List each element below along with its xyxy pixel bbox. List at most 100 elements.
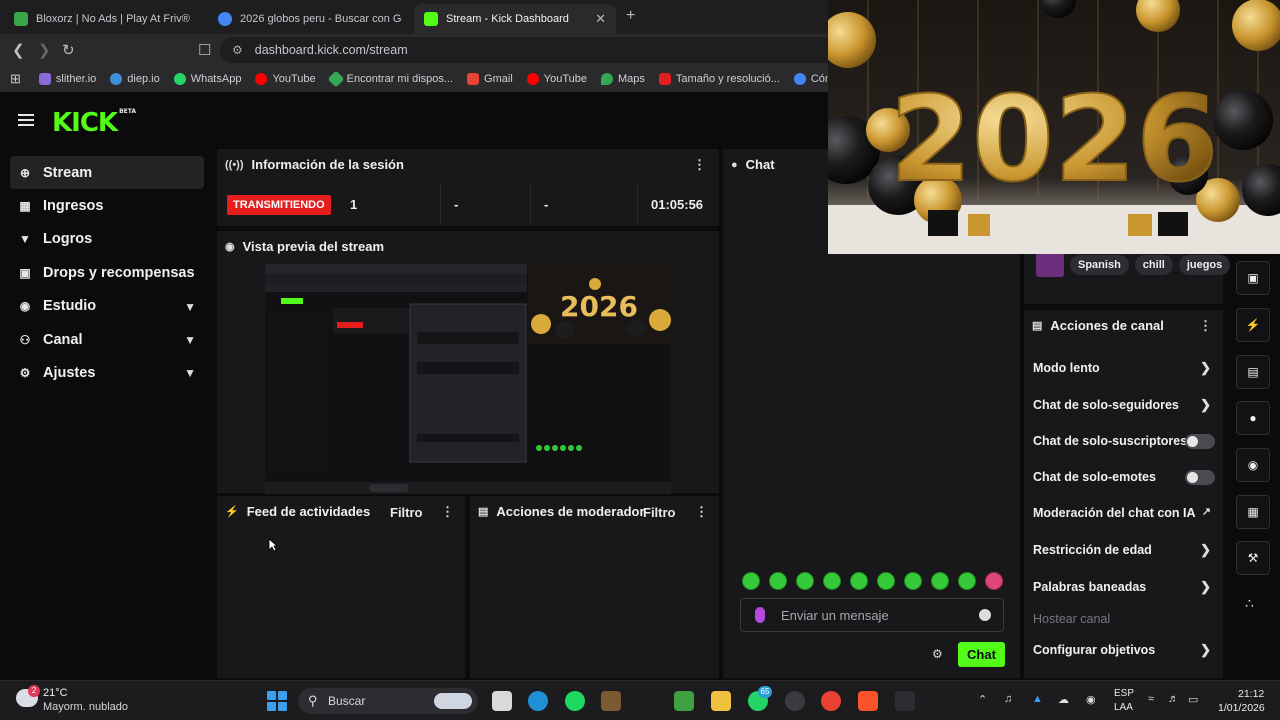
epic-games-icon[interactable] (895, 691, 915, 711)
bookmark-item[interactable]: slither.io (38, 73, 96, 85)
clock-time[interactable]: 21:12 (1238, 688, 1264, 700)
more-options-icon[interactable]: ⋮ (1199, 318, 1212, 334)
weather-temperature[interactable]: 21°C (43, 687, 68, 699)
broadcast-icon[interactable]: ◉ (1236, 448, 1270, 482)
action-configure-goals[interactable]: Configurar objetivos ❯ (1033, 639, 1215, 661)
more-options-icon[interactable]: ⋮ (693, 157, 706, 173)
emote-icon[interactable] (985, 572, 1003, 590)
minecraft-launcher-icon[interactable] (674, 691, 694, 711)
tab-google-search[interactable]: 2026 globos peru - Buscar con Goog (208, 4, 412, 34)
bookmark-item[interactable]: Encontrar mi dispos... (327, 70, 453, 88)
kick-logo[interactable]: KICK BETA (52, 108, 136, 138)
emote-icon[interactable] (850, 572, 868, 590)
chat-bubble-icon[interactable]: ● (1236, 401, 1270, 435)
bookmark-item[interactable]: YouTube (526, 73, 588, 85)
bookmark-item[interactable]: WhatsApp (173, 73, 241, 85)
action-slow-mode[interactable]: Modo lento ❯ (1033, 357, 1215, 379)
new-tab-button[interactable]: + (626, 7, 635, 25)
tag-chip[interactable]: juegos (1178, 255, 1231, 275)
sidebar-item-stream[interactable]: ⊕ Stream (10, 156, 204, 190)
sidebar-item-ingresos[interactable]: ▦ Ingresos (10, 189, 204, 222)
edge-icon[interactable] (528, 691, 548, 711)
sidebar-nav: ⊕ Stream ▦ Ingresos ▼ Logros ▣ Drops y recom… (10, 156, 204, 390)
apps-grid-icon[interactable]: ⊞ (10, 71, 21, 87)
moderator-filter-button[interactable]: Filtro (643, 505, 676, 520)
emotes-only-toggle[interactable] (1185, 470, 1215, 485)
site-settings-icon[interactable]: ⚙ (232, 43, 243, 57)
spotify-icon[interactable] (565, 691, 585, 711)
close-tab-icon[interactable]: ✕ (595, 11, 606, 27)
subscribers-only-toggle[interactable] (1185, 434, 1215, 449)
emoji-icon[interactable] (979, 609, 991, 621)
taskbar-search[interactable]: ⚲ Buscar (298, 688, 478, 714)
activity-filter-button[interactable]: Filtro (390, 505, 423, 520)
tab-bloxorz[interactable]: Bloxorz | No Ads | Play At Friv® (4, 4, 208, 34)
cloud-icon[interactable]: ☁ (1058, 693, 1069, 706)
sidebar-item-logros[interactable]: ▼ Logros (10, 223, 204, 256)
forward-icon[interactable]: ❯ (38, 41, 51, 59)
bookmark-item[interactable]: diep.io (110, 73, 160, 85)
obs-icon[interactable] (785, 691, 805, 711)
layout-icon[interactable]: ▦ (1236, 495, 1270, 529)
chrome-icon[interactable] (821, 691, 841, 711)
bookmark-item[interactable]: Tamaño y resolució... (658, 73, 780, 85)
wrench-icon[interactable]: ⚒ (1236, 541, 1270, 575)
preview-title-text: Vista previa del stream (242, 239, 385, 254)
tag-chip[interactable]: chill (1134, 255, 1173, 275)
tag-chip[interactable]: Spanish (1070, 255, 1129, 275)
bookmark-icon[interactable]: ☐ (198, 41, 211, 59)
action-ai-moderation[interactable]: Moderación del chat con IA ↗ (1033, 502, 1215, 524)
bookmark-item[interactable]: Maps (601, 73, 645, 85)
action-banned-words[interactable]: Palabras baneadas ❯ (1033, 576, 1215, 598)
file-explorer-icon[interactable] (711, 691, 731, 711)
sidebar-item-drops[interactable]: ▣ Drops y recompensas (10, 256, 204, 289)
volume-icon[interactable]: ♫ (1004, 693, 1012, 705)
minecraft-block-icon[interactable] (601, 691, 621, 711)
weather-description[interactable]: Mayorm. nublado (43, 701, 128, 713)
emote-icon[interactable] (877, 572, 895, 590)
back-icon[interactable]: ❮ (12, 41, 25, 59)
sidebar-item-estudio[interactable]: ◉ Estudio ▼ (10, 290, 204, 323)
reload-icon[interactable]: ↻ (62, 41, 75, 59)
microphone-icon[interactable]: ◉ (1086, 693, 1096, 706)
hamburger-menu-icon[interactable] (18, 114, 34, 126)
windows-start-button[interactable] (267, 691, 287, 711)
keyboard-layout[interactable]: LAA (1114, 702, 1133, 713)
chat-message-input[interactable]: Enviar un mensaje (740, 598, 1004, 632)
emote-icon[interactable] (742, 572, 760, 590)
brave-icon[interactable] (858, 691, 878, 711)
battery-icon[interactable]: ▭ (1188, 693, 1198, 706)
chevron-up-icon[interactable]: ⌃ (978, 693, 987, 706)
chat-settings-gear-icon[interactable]: ⚙ (932, 647, 943, 661)
send-chat-button[interactable]: Chat (958, 642, 1005, 667)
language-indicator[interactable]: ESP (1114, 688, 1134, 699)
task-view-icon[interactable] (492, 691, 512, 711)
bolt-icon[interactable]: ⚡ (1236, 308, 1270, 342)
emote-icon[interactable] (823, 572, 841, 590)
wifi-icon[interactable]: ≈ (1148, 693, 1154, 705)
emote-icon[interactable] (904, 572, 922, 590)
bookmark-label: YouTube (543, 73, 588, 85)
sidebar-item-canal[interactable]: ⚇ Canal ▼ (10, 323, 204, 356)
emote-icon[interactable] (769, 572, 787, 590)
more-options-icon[interactable]: ⋮ (441, 504, 454, 520)
share-icon[interactable]: ∴ (1245, 595, 1254, 612)
action-age-restriction[interactable]: Restricción de edad ❯ (1033, 539, 1215, 561)
url-field[interactable]: ⚙ dashboard.kick.com/stream (220, 37, 840, 63)
clipboard-icon[interactable]: ▤ (1236, 355, 1270, 389)
clock-date[interactable]: 1/01/2026 (1218, 702, 1265, 714)
emote-icon[interactable] (931, 572, 949, 590)
sidebar-item-ajustes[interactable]: ⚙ Ajustes ▼ (10, 356, 204, 389)
bookmark-item[interactable]: Gmail (467, 73, 513, 85)
more-options-icon[interactable]: ⋮ (695, 504, 708, 520)
emote-icon[interactable] (796, 572, 814, 590)
defender-icon[interactable]: ▲ (1032, 693, 1043, 705)
speaker-icon[interactable]: ♬ (1168, 693, 1179, 705)
capture-icon[interactable]: ▣ (1236, 261, 1270, 295)
emote-icon[interactable] (958, 572, 976, 590)
action-followers-only[interactable]: Chat de solo-seguidores ❯ (1033, 394, 1215, 416)
stream-preview-image[interactable]: 2026 (265, 264, 671, 494)
tab-kick-dashboard[interactable]: Stream - Kick Dashboard ✕ (414, 4, 616, 34)
bookmark-item[interactable]: YouTube (255, 73, 316, 85)
microphone-icon[interactable] (755, 607, 765, 623)
